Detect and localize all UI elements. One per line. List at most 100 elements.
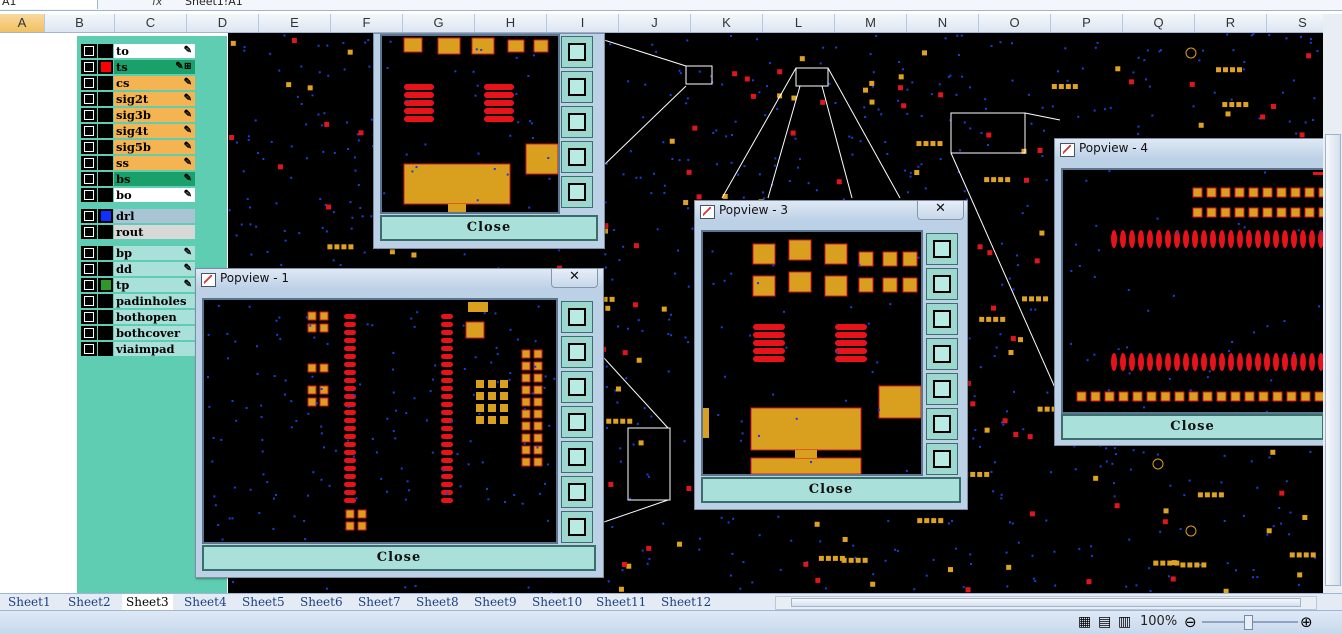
column-header-k[interactable]: K: [691, 14, 763, 32]
column-header-m[interactable]: M: [835, 14, 907, 32]
popview-3-view[interactable]: [701, 230, 923, 476]
popview-1-tool-button-1[interactable]: [561, 301, 593, 333]
sheet-tab-sheet5[interactable]: Sheet5: [238, 594, 289, 610]
popview-4-close-button[interactable]: Close: [1061, 414, 1324, 440]
layer-row-tp[interactable]: tp✎: [81, 278, 195, 292]
popview-1-tool-button-4[interactable]: [561, 406, 593, 438]
zoom-in-icon[interactable]: ⊕: [1300, 613, 1313, 631]
layer-checkbox[interactable]: [81, 156, 97, 170]
pencil-icon[interactable]: ✎⊞: [175, 60, 192, 74]
layer-row-drl[interactable]: drl: [81, 209, 195, 223]
pencil-icon[interactable]: ✎: [184, 44, 192, 58]
zoom-slider-thumb[interactable]: [1244, 615, 1253, 630]
sheet-tab-sheet10[interactable]: Sheet10: [528, 594, 586, 610]
pencil-icon[interactable]: ✎: [184, 262, 192, 276]
layer-checkbox[interactable]: [81, 76, 97, 90]
popview-2-tool-button-5[interactable]: [561, 176, 593, 208]
pencil-icon[interactable]: ✎: [184, 278, 192, 292]
column-header-n[interactable]: N: [907, 14, 979, 32]
sheet-tab-sheet3[interactable]: Sheet3: [122, 594, 173, 610]
column-header-a[interactable]: A: [0, 14, 45, 32]
layer-checkbox[interactable]: [81, 60, 97, 74]
layer-checkbox[interactable]: [81, 310, 97, 324]
layer-checkbox[interactable]: [81, 124, 97, 138]
layer-color-swatch[interactable]: [98, 60, 113, 74]
layer-row-padinholes[interactable]: padinholes: [81, 294, 195, 308]
popview-3-tool-button-7[interactable]: [926, 443, 958, 475]
layer-color-swatch[interactable]: [98, 76, 113, 90]
normal-view-icon[interactable]: ▦: [1078, 614, 1091, 630]
pencil-icon[interactable]: ✎: [184, 188, 192, 202]
layer-name[interactable]: sig4t✎: [114, 124, 195, 138]
layer-name[interactable]: rout: [114, 225, 195, 239]
layer-row-bothcover[interactable]: bothcover: [81, 326, 195, 340]
layer-row-sig2t[interactable]: sig2t✎: [81, 92, 195, 106]
popview-2-tool-button-4[interactable]: [561, 141, 593, 173]
popview-1-tool-button-7[interactable]: [561, 511, 593, 543]
popview-1-tool-button-5[interactable]: [561, 441, 593, 473]
popview-3-tool-button-1[interactable]: [926, 233, 958, 265]
column-header-b[interactable]: B: [45, 14, 115, 32]
layer-color-swatch[interactable]: [98, 209, 113, 223]
column-header-p[interactable]: P: [1051, 14, 1123, 32]
pencil-icon[interactable]: ✎: [184, 92, 192, 106]
layer-color-swatch[interactable]: [98, 326, 113, 340]
layer-color-swatch[interactable]: [98, 124, 113, 138]
layer-name[interactable]: to✎: [114, 44, 195, 58]
zoom-out-icon[interactable]: ⊖: [1184, 613, 1197, 631]
layer-color-swatch[interactable]: [98, 172, 113, 186]
layer-row-viaimpad[interactable]: viaimpad: [81, 342, 195, 356]
column-header-c[interactable]: C: [115, 14, 187, 32]
column-header-e[interactable]: E: [259, 14, 331, 32]
layer-color-swatch[interactable]: [98, 310, 113, 324]
layer-color-swatch[interactable]: [98, 156, 113, 170]
horizontal-scrollbar[interactable]: [775, 596, 1317, 610]
popview-1-tool-button-2[interactable]: [561, 336, 593, 368]
pencil-icon[interactable]: ✎: [184, 156, 192, 170]
popview-2-tool-button-2[interactable]: [561, 71, 593, 103]
sheet-tab-sheet2[interactable]: Sheet2: [64, 594, 115, 610]
popview-1-tool-button-6[interactable]: [561, 476, 593, 508]
sheet-tab-sheet4[interactable]: Sheet4: [180, 594, 231, 610]
sheet-tab-sheet8[interactable]: Sheet8: [412, 594, 463, 610]
sheet-tab-sheet6[interactable]: Sheet6: [296, 594, 347, 610]
pencil-icon[interactable]: ✎: [184, 108, 192, 122]
pencil-icon[interactable]: ✎: [184, 172, 192, 186]
pencil-icon[interactable]: ✎: [184, 246, 192, 260]
layer-checkbox[interactable]: [81, 140, 97, 154]
layer-checkbox[interactable]: [81, 225, 97, 239]
column-header-i[interactable]: I: [547, 14, 619, 32]
page-layout-view-icon[interactable]: ▤: [1098, 614, 1111, 630]
popview-3-close-button[interactable]: Close: [701, 477, 961, 503]
layer-name[interactable]: bs✎: [114, 172, 195, 186]
layer-name[interactable]: ts✎⊞: [114, 60, 195, 74]
vertical-scroll-thumb[interactable]: [1325, 134, 1341, 586]
layer-color-swatch[interactable]: [98, 44, 113, 58]
column-header-r[interactable]: R: [1195, 14, 1267, 32]
layer-color-swatch[interactable]: [98, 92, 113, 106]
popview-2-tool-button-1[interactable]: [561, 36, 593, 68]
formula-input[interactable]: Sheet1!A1: [185, 0, 243, 8]
layer-checkbox[interactable]: [81, 172, 97, 186]
layer-name[interactable]: tp✎: [114, 278, 195, 292]
layer-name[interactable]: bp✎: [114, 246, 195, 260]
layer-name[interactable]: padinholes: [114, 294, 195, 308]
layer-checkbox[interactable]: [81, 209, 97, 223]
popview-1-titlebar[interactable]: Popview - 1: [196, 269, 603, 289]
layer-row-ss[interactable]: ss✎: [81, 156, 195, 170]
layer-row-to[interactable]: to✎: [81, 44, 195, 58]
horizontal-scroll-thumb[interactable]: [791, 598, 1301, 607]
pencil-icon[interactable]: ✎: [184, 76, 192, 90]
sheet-tab-sheet12[interactable]: Sheet12: [657, 594, 715, 610]
sheet-tab-sheet7[interactable]: Sheet7: [354, 594, 405, 610]
popview-3-tool-button-6[interactable]: [926, 408, 958, 440]
layer-name[interactable]: bothopen: [114, 310, 195, 324]
column-header-q[interactable]: Q: [1123, 14, 1195, 32]
layer-row-bo[interactable]: bo✎: [81, 188, 195, 202]
layer-checkbox[interactable]: [81, 326, 97, 340]
layer-name[interactable]: viaimpad: [114, 342, 195, 356]
layer-name[interactable]: sig5b✎: [114, 140, 195, 154]
layer-row-bs[interactable]: bs✎: [81, 172, 195, 186]
popview-1-tool-button-3[interactable]: [561, 371, 593, 403]
layer-name[interactable]: bothcover: [114, 326, 195, 340]
